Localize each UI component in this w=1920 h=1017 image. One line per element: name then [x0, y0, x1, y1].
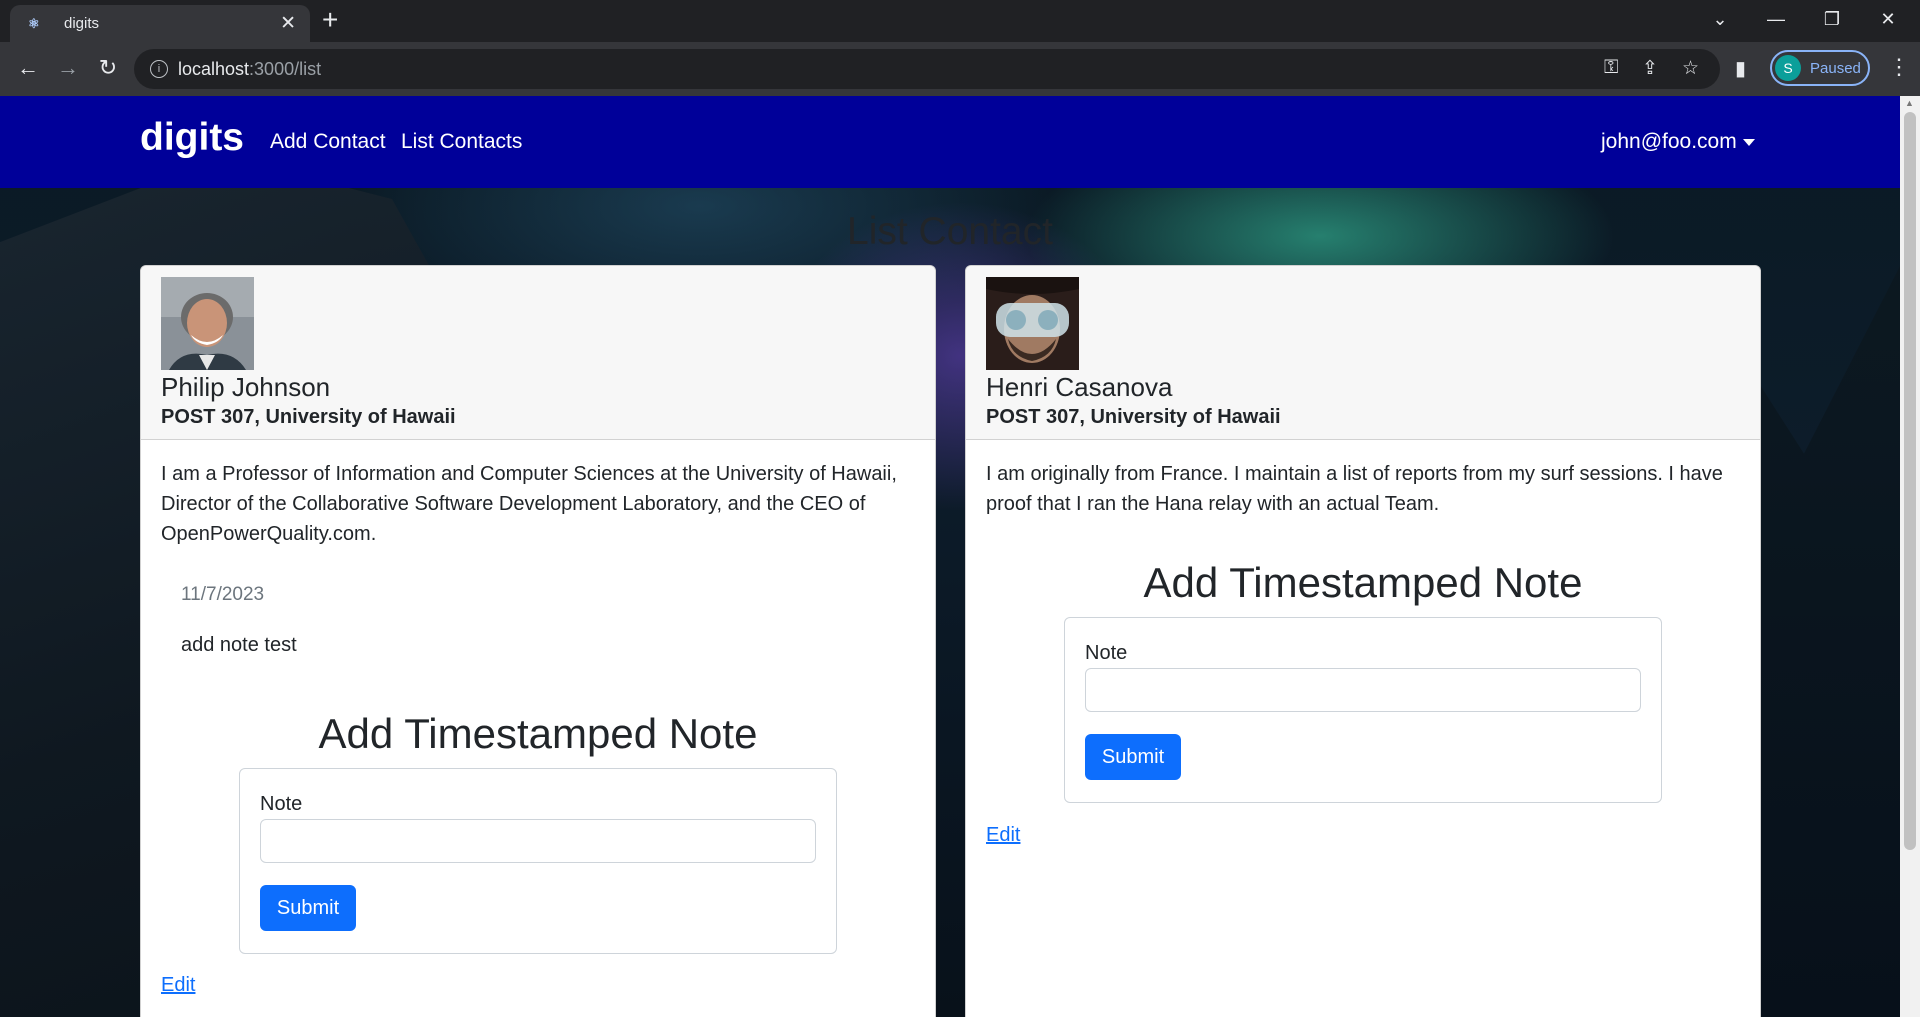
new-tab-button[interactable]: +	[322, 4, 338, 36]
note-label: Note	[260, 793, 303, 815]
nav-add-contact[interactable]: Add Contact	[270, 130, 386, 154]
brand-link[interactable]: digits	[140, 116, 244, 160]
forward-icon[interactable]: →	[54, 54, 82, 82]
contact-description: I am originally from France. I maintain …	[986, 463, 1723, 515]
add-note-title: Add Timestamped Note	[1143, 559, 1583, 606]
url-path: :3000/list	[249, 59, 322, 79]
app-navbar: digits Add Contact List Contacts john@fo…	[0, 96, 1900, 188]
contact-address: POST 307, University of Hawaii	[161, 406, 456, 428]
address-bar[interactable]: i localhost:3000/list ⚿ ⇪ ☆	[134, 49, 1720, 89]
submit-button[interactable]: Submit	[1085, 734, 1181, 780]
close-tab-icon[interactable]: ✕	[280, 12, 296, 35]
tab-title: digits	[64, 15, 100, 32]
back-icon[interactable]: ←	[14, 54, 42, 82]
user-email: john@foo.com	[1601, 130, 1737, 153]
add-note-form: Note Submit	[1064, 617, 1662, 803]
contact-card: Philip Johnson POST 307, University of H…	[140, 265, 936, 1017]
site-info-icon[interactable]: i	[150, 60, 168, 78]
share-icon[interactable]: ⇪	[1642, 57, 1658, 80]
menu-icon[interactable]: ⋮	[1888, 54, 1910, 80]
profile-button[interactable]: S Paused	[1770, 50, 1870, 86]
card-header: Henri Casanova POST 307, University of H…	[966, 266, 1760, 440]
caret-down-icon	[1742, 138, 1755, 146]
note-input[interactable]	[1085, 668, 1641, 712]
card-header: Philip Johnson POST 307, University of H…	[141, 266, 935, 440]
contact-name: Philip Johnson	[161, 372, 331, 402]
page-viewport: digits Add Contact List Contacts john@fo…	[0, 96, 1900, 1017]
user-dropdown[interactable]: john@foo.com	[1601, 130, 1755, 154]
browser-tabstrip: ⚛ digits ✕ + ⌄ — ❐ ✕	[0, 0, 1920, 42]
url-text[interactable]: localhost:3000/list	[178, 59, 321, 80]
nav-list-contacts[interactable]: List Contacts	[401, 130, 522, 154]
side-panel-icon[interactable]: ▮	[1735, 56, 1746, 81]
restore-icon[interactable]: ❐	[1804, 0, 1860, 40]
contact-description: I am a Professor of Information and Comp…	[161, 463, 897, 545]
profile-status: Paused	[1810, 60, 1861, 77]
note-text: add note test	[181, 634, 297, 656]
edit-link[interactable]: Edit	[986, 824, 1020, 847]
note-label: Note	[1085, 642, 1128, 664]
browser-toolbar: ← → ↻ i localhost:3000/list ⚿ ⇪ ☆ ▮ S Pa…	[0, 42, 1920, 96]
scrollbar-thumb[interactable]	[1904, 112, 1916, 850]
url-host: localhost	[178, 59, 250, 79]
contact-name: Henri Casanova	[986, 372, 1173, 402]
page-title: List Contact	[847, 210, 1053, 253]
submit-button[interactable]: Submit	[260, 885, 356, 931]
note-input[interactable]	[260, 819, 816, 863]
tab-search-icon[interactable]: ⌄	[1692, 0, 1748, 40]
browser-tab[interactable]: ⚛ digits ✕	[10, 5, 310, 42]
add-note-form: Note Submit	[239, 768, 837, 954]
contact-photo	[161, 277, 254, 370]
password-key-icon[interactable]: ⚿	[1604, 57, 1618, 79]
page-scrollbar[interactable]: ▲	[1900, 96, 1920, 1017]
add-note-title: Add Timestamped Note	[318, 710, 758, 757]
contact-photo	[986, 277, 1079, 370]
close-window-icon[interactable]: ✕	[1860, 0, 1916, 40]
contact-card: Henri Casanova POST 307, University of H…	[965, 265, 1761, 1017]
bookmark-star-icon[interactable]: ☆	[1682, 57, 1699, 80]
contact-address: POST 307, University of Hawaii	[986, 406, 1281, 428]
note-timestamp: 11/7/2023	[181, 584, 265, 605]
minimize-icon[interactable]: —	[1748, 0, 1804, 40]
avatar: S	[1775, 55, 1801, 81]
reload-icon[interactable]: ↻	[94, 54, 122, 82]
react-favicon-icon: ⚛	[28, 16, 40, 31]
edit-link[interactable]: Edit	[161, 974, 195, 997]
scroll-up-icon[interactable]: ▲	[1905, 98, 1914, 108]
